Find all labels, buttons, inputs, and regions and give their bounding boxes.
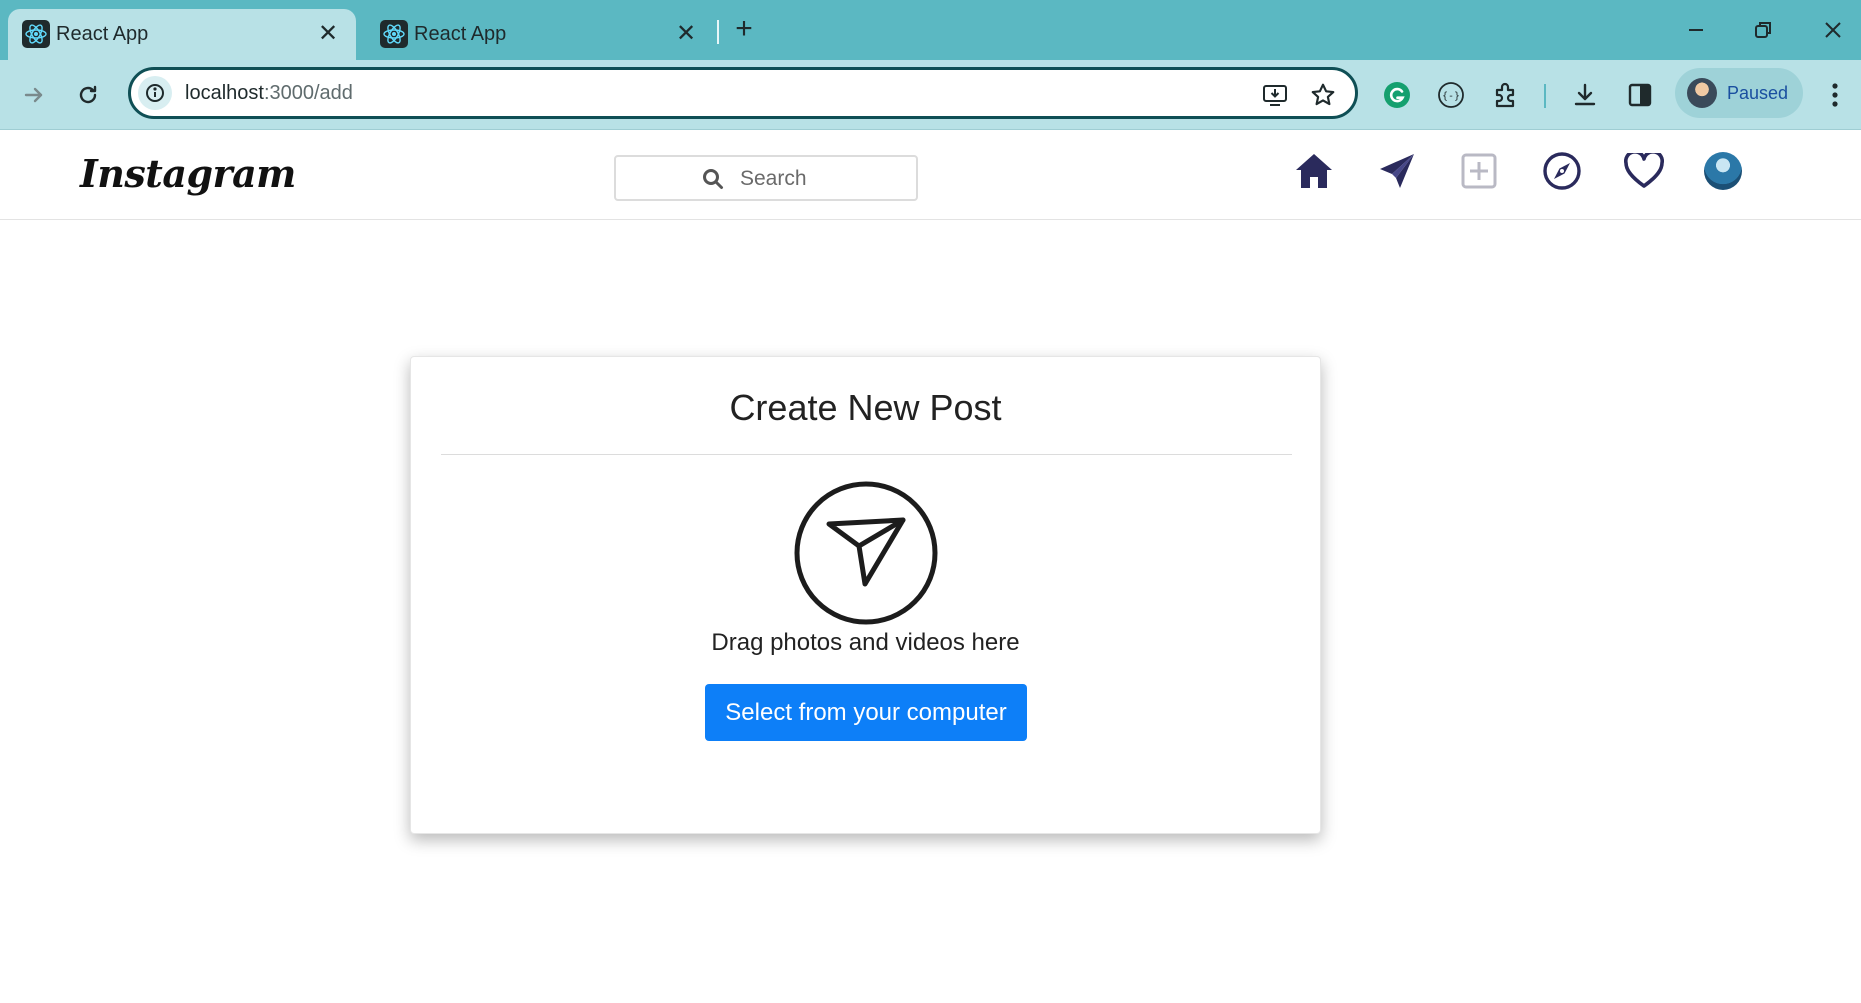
send-icon[interactable]: [1375, 149, 1419, 193]
close-window-icon[interactable]: [1813, 12, 1853, 48]
reload-icon[interactable]: [68, 75, 108, 115]
search-input[interactable]: [740, 165, 900, 193]
new-tab-plus-icon[interactable]: +: [728, 14, 760, 46]
react-favicon-icon: [22, 20, 50, 48]
minimize-icon[interactable]: [1676, 12, 1716, 48]
add-post-icon[interactable]: [1457, 149, 1501, 193]
app-header: Instagram: [0, 131, 1861, 220]
url-host: localhost: [185, 82, 264, 104]
drag-instructions: Drag photos and videos here: [711, 629, 1020, 656]
profile-avatar[interactable]: [1704, 152, 1742, 190]
home-icon[interactable]: [1292, 149, 1336, 193]
side-panel-icon[interactable]: [1620, 75, 1660, 115]
extensions-puzzle-icon[interactable]: [1486, 75, 1526, 115]
downloads-icon[interactable]: [1565, 75, 1605, 115]
close-tab-icon[interactable]: ✕: [314, 19, 342, 47]
search-box[interactable]: [614, 155, 918, 201]
heart-icon[interactable]: [1622, 149, 1666, 193]
instagram-logo[interactable]: Instagram: [80, 151, 296, 196]
install-app-icon[interactable]: [1259, 79, 1291, 111]
tab-title: React App: [56, 23, 149, 45]
tab-separator: [717, 20, 719, 44]
create-post-title: Create New Post: [729, 387, 1002, 428]
card-divider: [441, 454, 1292, 455]
forward-arrow-icon[interactable]: [14, 75, 54, 115]
toolbar-divider: [1544, 84, 1546, 108]
url-text[interactable]: localhost:3000/add: [185, 82, 353, 105]
grammarly-icon[interactable]: [1377, 75, 1417, 115]
close-tab-icon[interactable]: ✕: [672, 19, 700, 47]
json-viewer-extension-icon[interactable]: {-}: [1431, 75, 1471, 115]
svg-text:{-}: {-}: [1442, 91, 1460, 102]
profile-avatar-small: [1687, 78, 1717, 108]
bookmark-star-icon[interactable]: [1307, 79, 1339, 111]
explore-compass-icon[interactable]: [1540, 149, 1584, 193]
profile-button[interactable]: Paused: [1675, 68, 1803, 118]
select-from-computer-button[interactable]: Select from your computer: [705, 684, 1027, 741]
browser-tab-inactive[interactable]: React App ✕: [366, 9, 714, 60]
browser-tab-active[interactable]: React App ✕: [8, 9, 356, 60]
browser-tab-bar: React App ✕ React App ✕ +: [0, 0, 1861, 60]
url-path: :3000/add: [263, 82, 353, 104]
paper-plane-upload-icon: [794, 481, 938, 625]
create-post-card: Create New Post Drag photos and videos h…: [410, 356, 1321, 834]
restore-window-icon[interactable]: [1743, 12, 1783, 48]
react-favicon-icon: [380, 20, 408, 48]
site-info-icon[interactable]: [138, 76, 172, 110]
profile-status: Paused: [1727, 82, 1789, 103]
more-menu-icon[interactable]: [1815, 75, 1855, 115]
tab-title: React App: [414, 23, 507, 45]
address-bar[interactable]: localhost:3000/add: [128, 67, 1358, 119]
browser-toolbar: localhost:3000/add {-} Paused: [0, 60, 1861, 130]
search-icon: [703, 169, 723, 189]
